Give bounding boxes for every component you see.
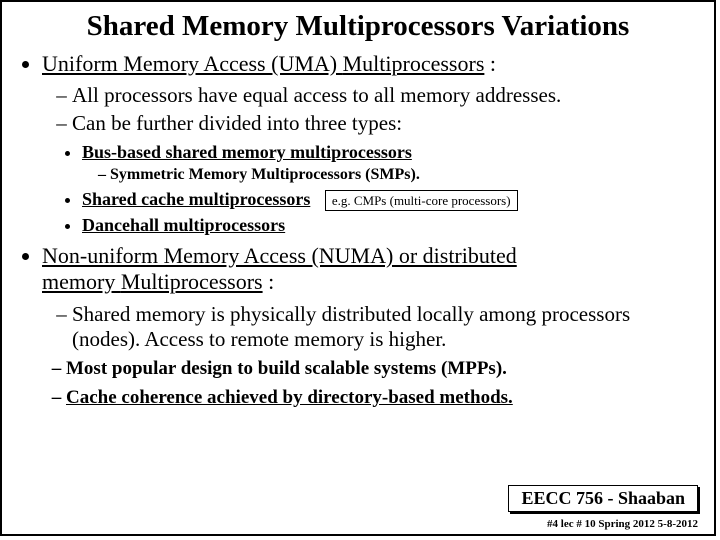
uma-heading-prefix: Uniform Memory Access (UMA) (42, 51, 343, 76)
uma-heading-word: Multiprocessors (343, 51, 485, 76)
numa-point-2: Most popular design to build scalable sy… (66, 358, 702, 381)
type-bus-label: Bus-based shared memory multiprocessors (82, 142, 412, 162)
bullet-list: Uniform Memory Access (UMA) Multiprocess… (14, 51, 702, 410)
bus-smp: Symmetric Memory Multiprocessors (SMPs). (110, 165, 702, 184)
uma-points: All processors have equal access to all … (42, 83, 702, 135)
numa-section: Non-uniform Memory Access (NUMA) or dist… (42, 243, 702, 410)
type-bus: Bus-based shared memory multiprocessors … (82, 142, 702, 185)
numa-points-b: Most popular design to build scalable sy… (42, 358, 702, 410)
numa-heading-line2b: Multiprocessors (121, 269, 263, 294)
meta-footer: #4 lec # 10 Spring 2012 5-8-2012 (547, 518, 698, 530)
slide: Shared Memory Multiprocessors Variations… (0, 0, 716, 536)
uma-section: Uniform Memory Access (UMA) Multiprocess… (42, 51, 702, 237)
numa-heading-line2a: memory (42, 269, 121, 294)
course-footer: EECC 756 - Shaaban (508, 485, 698, 512)
numa-heading-line2c: : (263, 269, 275, 294)
uma-point-2: Can be further divided into three types: (72, 111, 702, 136)
type-dancehall: Dancehall multiprocessors (82, 215, 702, 237)
numa-points-a: Shared memory is physically distributed … (42, 302, 702, 352)
slide-title: Shared Memory Multiprocessors Variations (14, 10, 702, 43)
bus-sub: Symmetric Memory Multiprocessors (SMPs). (82, 165, 702, 184)
numa-point-1: Shared memory is physically distributed … (72, 302, 702, 352)
type-shared-cache: Shared cache multiprocessors e.g. CMPs (… (82, 189, 702, 212)
type-shared-cache-label: Shared cache multiprocessors (82, 189, 310, 209)
uma-types: Bus-based shared memory multiprocessors … (42, 142, 702, 237)
numa-point-3-text: Cache coherence achieved by directory-ba… (66, 387, 513, 408)
cmp-note-box: e.g. CMPs (multi-core processors) (325, 190, 518, 212)
uma-heading-suffix: : (484, 51, 496, 76)
numa-point-3: Cache coherence achieved by directory-ba… (66, 387, 702, 410)
uma-point-1: All processors have equal access to all … (72, 83, 702, 108)
numa-heading-line1: Non-uniform Memory Access (NUMA) or dist… (42, 243, 517, 268)
type-dancehall-label: Dancehall multiprocessors (82, 215, 285, 235)
